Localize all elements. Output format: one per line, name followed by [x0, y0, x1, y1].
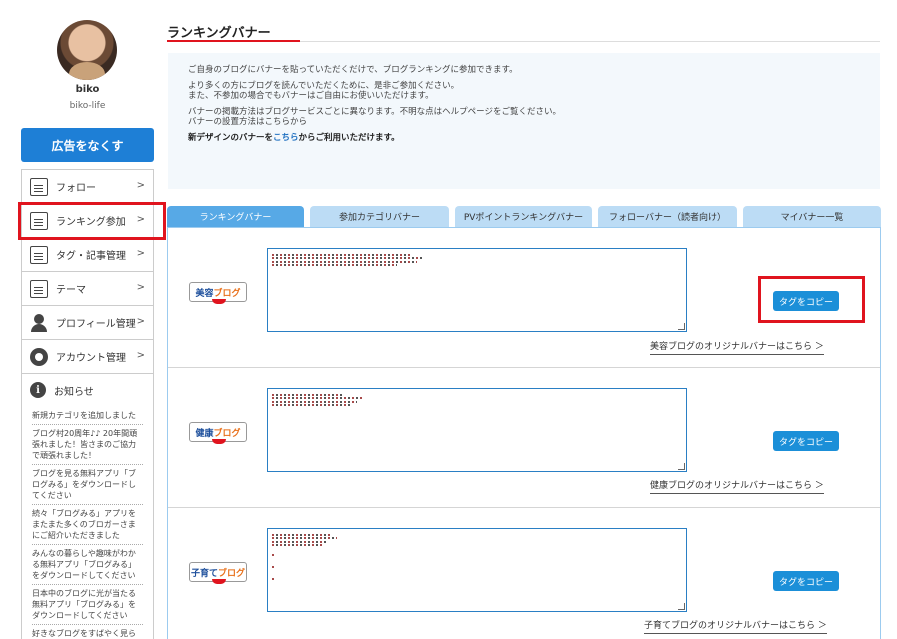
news-title: お知らせ	[54, 386, 94, 398]
banner-image: 美容 ブログ	[189, 282, 247, 304]
copy-tag-button[interactable]: タグをコピー	[773, 431, 839, 451]
news-item[interactable]: 続々「ブログみる」アプリをまたまた多くのブロガーさまにご紹介いただきました	[32, 505, 143, 545]
sidebar-menu: フォロー > ランキング参加 > タグ・記事管理 > テーマ > プロフィール管…	[21, 169, 154, 374]
news-item[interactable]: 日本中のブログに光が当たる無料アプリ「ブログみる」をダウンロードしてください	[32, 585, 143, 625]
banner-text: 子育て	[190, 568, 218, 579]
chevron-right-icon: >	[136, 248, 145, 259]
sidebar-item-label: プロフィール管理	[56, 319, 136, 330]
sidebar-item-profile[interactable]: プロフィール管理 >	[22, 306, 153, 340]
tab-my-banners[interactable]: マイバナー一覧	[743, 206, 881, 227]
original-banner-link[interactable]: 子育てブログのオリジナルバナーはこちら ＞	[644, 618, 827, 634]
intro-text: からご利用いただけます。	[298, 133, 400, 143]
news-header: i お知らせ	[22, 373, 153, 407]
username: biko	[75, 84, 100, 95]
highlight-copy-button	[758, 276, 865, 323]
news-item[interactable]: みんなの暮らしや趣味がわかる無料アプリ「ブログみる」をダウンロードしてください	[32, 545, 143, 585]
original-banner-link[interactable]: 健康ブログのオリジナルバナーはこちら ＞	[650, 478, 824, 494]
tab-follow-banner[interactable]: フォローバナー（読者向け）	[598, 206, 737, 227]
banner-row: 子育て ブログ タグをコピー 子育てブログのオリジナルバナーはこちら ＞	[168, 508, 880, 639]
banner-text: ブログ	[213, 288, 241, 299]
intro-box: ご自身のブログにバナーを貼っていただくだけで、ブログランキングに参加できます。 …	[168, 53, 880, 189]
intro-new-design: 新デザインのバナーをこちらからご利用いただけます。	[188, 133, 860, 143]
chevron-right-icon: >	[136, 316, 145, 327]
page-title: ランキングバナー	[167, 26, 271, 41]
chevron-right-icon: >	[136, 282, 145, 293]
title-accent	[167, 40, 300, 42]
resize-handle-icon[interactable]	[678, 603, 685, 610]
banner-text: 美容	[195, 288, 214, 299]
tab-pv-banner[interactable]: PVポイントランキングバナー	[455, 206, 592, 227]
chevron-right-icon: >	[136, 180, 145, 191]
news-item[interactable]: ブログ村20周年♪♪ 20年間頑張れました！皆さまのご協力で頑張れました！	[32, 425, 143, 465]
banner-image: 健康 ブログ	[189, 422, 247, 444]
sidebar-item-label: アカウント管理	[56, 353, 126, 364]
theme-icon	[30, 279, 48, 298]
intro-text: より多くの方にブログを読んでいただくために、是非ご参加ください。	[188, 81, 460, 91]
banner-text: ブログ	[218, 568, 246, 579]
banner-text: ブログ	[213, 428, 241, 439]
tag-icon	[30, 245, 48, 264]
gear-icon	[30, 347, 48, 366]
intro-text: また、不参加の場合でもバナーはご自由にお使いいただけます。	[188, 91, 434, 101]
banner-row: 健康 ブログ タグをコピー 健康ブログのオリジナルバナーはこちら ＞	[168, 368, 880, 508]
user-handle: biko-life	[69, 101, 106, 111]
intro-text: ご自身のブログにバナーを貼っていただくだけで、ブログランキングに参加できます。	[188, 65, 518, 75]
news-item[interactable]: ブログを見る無料アプリ「ブログみる」をダウンロードしてください	[32, 465, 143, 505]
intro-text: バナーの設置方法はこちらから	[188, 117, 308, 127]
tag-code-textarea[interactable]	[267, 248, 687, 332]
sidebar-item-theme[interactable]: テーマ >	[22, 272, 153, 306]
copy-tag-button[interactable]: タグをコピー	[773, 571, 839, 591]
remove-ads-button[interactable]: 広告をなくす	[21, 128, 154, 162]
sidebar: biko biko-life 広告をなくす フォロー > ランキング参加 > タ…	[20, 0, 155, 639]
sidebar-item-label: フォロー	[56, 183, 96, 194]
tab-ranking-banner[interactable]: ランキングバナー	[167, 206, 304, 227]
follow-icon	[30, 177, 48, 196]
original-banner-link[interactable]: 美容ブログのオリジナルバナーはこちら ＞	[650, 339, 824, 355]
sidebar-item-label: タグ・記事管理	[56, 251, 126, 262]
avatar[interactable]	[57, 20, 117, 80]
chevron-right-icon: >	[136, 350, 145, 361]
tag-code-textarea[interactable]	[267, 528, 687, 612]
banner-tabs: ランキングバナー 参加カテゴリバナー PVポイントランキングバナー フォローバナ…	[167, 206, 881, 227]
resize-handle-icon[interactable]	[678, 323, 685, 330]
sidebar-item-label: テーマ	[56, 285, 86, 296]
profile-icon	[30, 313, 48, 332]
tag-code-textarea[interactable]	[267, 388, 687, 472]
highlight-ranking-item	[18, 202, 166, 240]
news-item[interactable]: 好きなブログをすばやく見られる無料アプリ「ブログみる」	[32, 625, 143, 639]
intro-text: バナーの掲載方法はブログサービスごとに異なります。不明な点はヘルプページをご覧く…	[188, 107, 561, 117]
news-section: i お知らせ 新規カテゴリを追加しました ブログ村20周年♪♪ 20年間頑張れま…	[21, 373, 154, 639]
banner-image: 子育て ブログ	[189, 562, 247, 584]
tab-category-banner[interactable]: 参加カテゴリバナー	[310, 206, 449, 227]
new-design-link[interactable]: こちら	[273, 133, 299, 143]
info-icon: i	[30, 382, 46, 398]
resize-handle-icon[interactable]	[678, 463, 685, 470]
banner-text: 健康	[195, 428, 214, 439]
sidebar-item-tags[interactable]: タグ・記事管理 >	[22, 238, 153, 272]
news-item[interactable]: 新規カテゴリを追加しました	[32, 407, 143, 425]
sidebar-item-follow[interactable]: フォロー >	[22, 170, 153, 204]
intro-text: 新デザインのバナーを	[188, 133, 274, 143]
sidebar-item-account[interactable]: アカウント管理 >	[22, 340, 153, 374]
